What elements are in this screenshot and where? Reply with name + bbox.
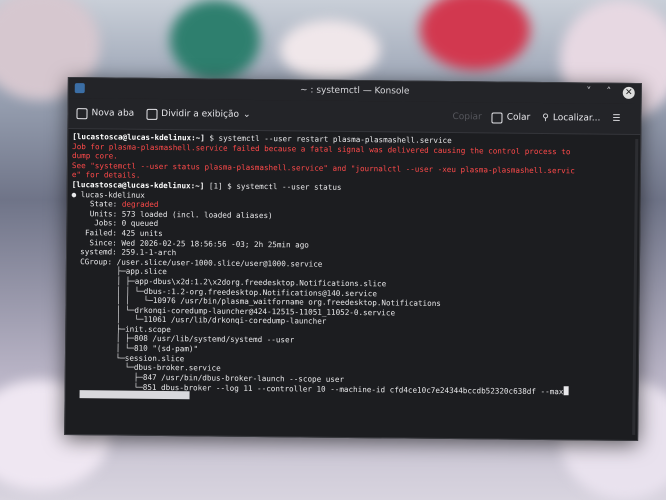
background-blur (280, 20, 380, 80)
new-tab-label: Nova aba (91, 108, 135, 119)
output-text: Jobs: 0 queued (71, 218, 159, 229)
output-text: Failed: 425 units (71, 227, 163, 238)
output-text: ● lucas-kdelinux (71, 189, 145, 200)
copy-button[interactable]: Copiar (452, 112, 481, 122)
minimize-button[interactable]: ˅ (583, 86, 595, 98)
output-text: │ └─810 "(sd-pam)" (70, 343, 199, 354)
output-text: [1] $ systemctl --user status (204, 181, 342, 192)
background-blur (170, 0, 260, 80)
text-selection (79, 390, 190, 400)
new-tab-button[interactable]: Nova aba (76, 107, 135, 120)
window-title: ~ : systemctl — Konsole (299, 85, 410, 97)
split-view-label: Dividir a exibição (161, 108, 240, 120)
new-tab-icon (76, 107, 88, 119)
maximize-button[interactable]: ˄ (603, 87, 615, 99)
chevron-down-icon: ⌄ (242, 109, 251, 120)
menu-button[interactable]: ☰ (612, 114, 620, 124)
split-view-button[interactable]: Dividir a exibição ⌄ (146, 108, 251, 120)
copy-label: Copiar (452, 112, 482, 123)
paste-label: Colar (506, 112, 531, 123)
background-blur (420, 0, 530, 70)
konsole-window: ~ : systemctl — Konsole ˅ ˄ ✕ Nova aba D… (64, 77, 642, 441)
output-text: ├─app.slice (70, 266, 167, 277)
output-text: systemd: 259.1-1-arch (71, 247, 177, 258)
output-text: State: (71, 199, 122, 209)
search-icon: ⚲ (542, 112, 549, 124)
split-view-icon (146, 108, 158, 120)
konsole-app-icon (74, 83, 85, 94)
error-text: dump core. (72, 151, 118, 161)
find-label: Localizar... (552, 113, 601, 124)
status-value: degraded (121, 199, 159, 210)
close-button[interactable]: ✕ (622, 86, 635, 99)
text-cursor (563, 386, 569, 396)
hamburger-menu-icon: ☰ (612, 113, 621, 124)
find-button[interactable]: ⚲ Localizar... (542, 113, 600, 124)
paste-icon (491, 111, 503, 124)
error-text: e" for details. (71, 170, 141, 181)
paste-button[interactable]: Colar (491, 111, 531, 124)
